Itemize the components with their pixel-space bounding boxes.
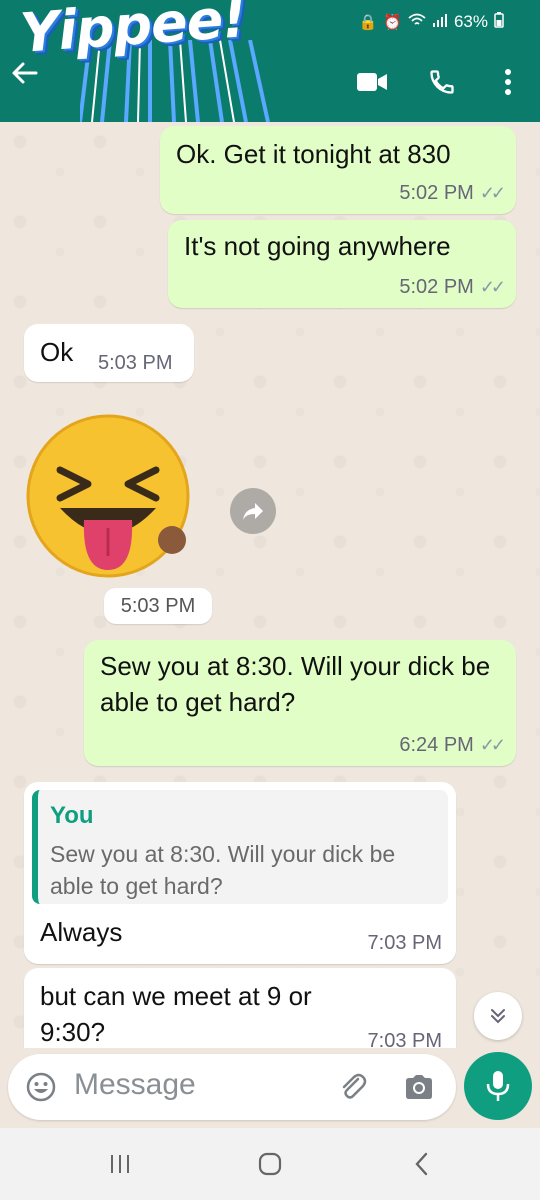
message-time: 7:03 PM bbox=[367, 932, 442, 954]
home-icon[interactable] bbox=[250, 1148, 290, 1180]
signal-icon bbox=[432, 13, 448, 31]
emoji-icon[interactable] bbox=[22, 1068, 60, 1106]
message-text: Always bbox=[40, 917, 123, 947]
attach-icon[interactable] bbox=[334, 1068, 372, 1106]
phone-icon[interactable] bbox=[424, 64, 460, 100]
scroll-to-bottom-button[interactable] bbox=[474, 992, 522, 1040]
outgoing-message[interactable]: Sew you at 8:30. Will your dick be able … bbox=[84, 640, 516, 766]
status-bar: 🔒 ⏰ 63% bbox=[359, 12, 504, 32]
alarm-icon: ⏰ bbox=[383, 14, 402, 31]
lock-icon: 🔒 bbox=[358, 14, 378, 31]
more-vert-icon[interactable] bbox=[490, 64, 526, 100]
message-time: 5:03 PM bbox=[98, 352, 173, 374]
emoji-sticker[interactable] bbox=[22, 410, 192, 580]
message-input[interactable]: Message bbox=[74, 1068, 196, 1102]
incoming-message[interactable]: but can we meet at 9 or 9:30? 7:03 PM bbox=[24, 968, 456, 1048]
outgoing-message[interactable]: It's not going anywhere 5:02 PM ✓✓ bbox=[168, 220, 516, 308]
quoted-message[interactable]: You Sew you at 8:30. Will your dick be a… bbox=[32, 790, 448, 904]
message-text: Sew you at 8:30. Will your dick be able … bbox=[100, 651, 491, 717]
message-list[interactable]: Ok. Get it tonight at 830 5:02 PM ✓✓ It's… bbox=[0, 122, 540, 1048]
mic-button[interactable] bbox=[464, 1052, 532, 1120]
outgoing-message[interactable]: Ok. Get it tonight at 830 5:02 PM ✓✓ bbox=[160, 126, 516, 214]
read-ticks-icon: ✓✓ bbox=[479, 735, 506, 755]
chat-header: Yippee! 🔒 ⏰ 63% bbox=[0, 0, 540, 122]
read-ticks-icon: ✓✓ bbox=[479, 277, 506, 297]
quote-author: You bbox=[50, 802, 94, 829]
wifi-icon bbox=[408, 13, 426, 31]
message-text: Ok. Get it tonight at 830 bbox=[176, 139, 451, 169]
message-time: 5:02 PM ✓✓ bbox=[399, 276, 506, 298]
mic-icon bbox=[486, 1071, 510, 1101]
back-nav-icon[interactable] bbox=[402, 1148, 442, 1180]
battery-icon bbox=[494, 12, 504, 32]
incoming-message[interactable]: Ok 5:03 PM bbox=[24, 324, 194, 382]
message-time: 6:24 PM ✓✓ bbox=[399, 734, 506, 756]
message-composer[interactable]: Message bbox=[8, 1054, 456, 1120]
camera-icon[interactable] bbox=[400, 1068, 438, 1106]
system-nav-bar bbox=[0, 1128, 540, 1200]
chevron-down-icon bbox=[491, 1009, 505, 1024]
message-text: It's not going anywhere bbox=[184, 231, 451, 261]
message-time: 7:03 PM bbox=[367, 1030, 442, 1048]
read-ticks-icon: ✓✓ bbox=[479, 183, 506, 203]
recents-icon[interactable] bbox=[100, 1148, 140, 1180]
battery-level: 63% bbox=[453, 12, 488, 31]
message-text: but can we meet at 9 or 9:30? bbox=[40, 981, 312, 1047]
video-call-icon[interactable] bbox=[354, 64, 390, 100]
forward-icon[interactable] bbox=[230, 488, 276, 534]
quote-text: Sew you at 8:30. Will your dick be able … bbox=[50, 841, 396, 899]
back-arrow-icon[interactable] bbox=[10, 58, 40, 94]
incoming-reply-message[interactable]: You Sew you at 8:30. Will your dick be a… bbox=[24, 782, 456, 964]
sticker-time: 5:03 PM bbox=[104, 588, 212, 624]
message-text: Ok bbox=[40, 337, 74, 367]
message-time: 5:02 PM ✓✓ bbox=[399, 182, 506, 204]
